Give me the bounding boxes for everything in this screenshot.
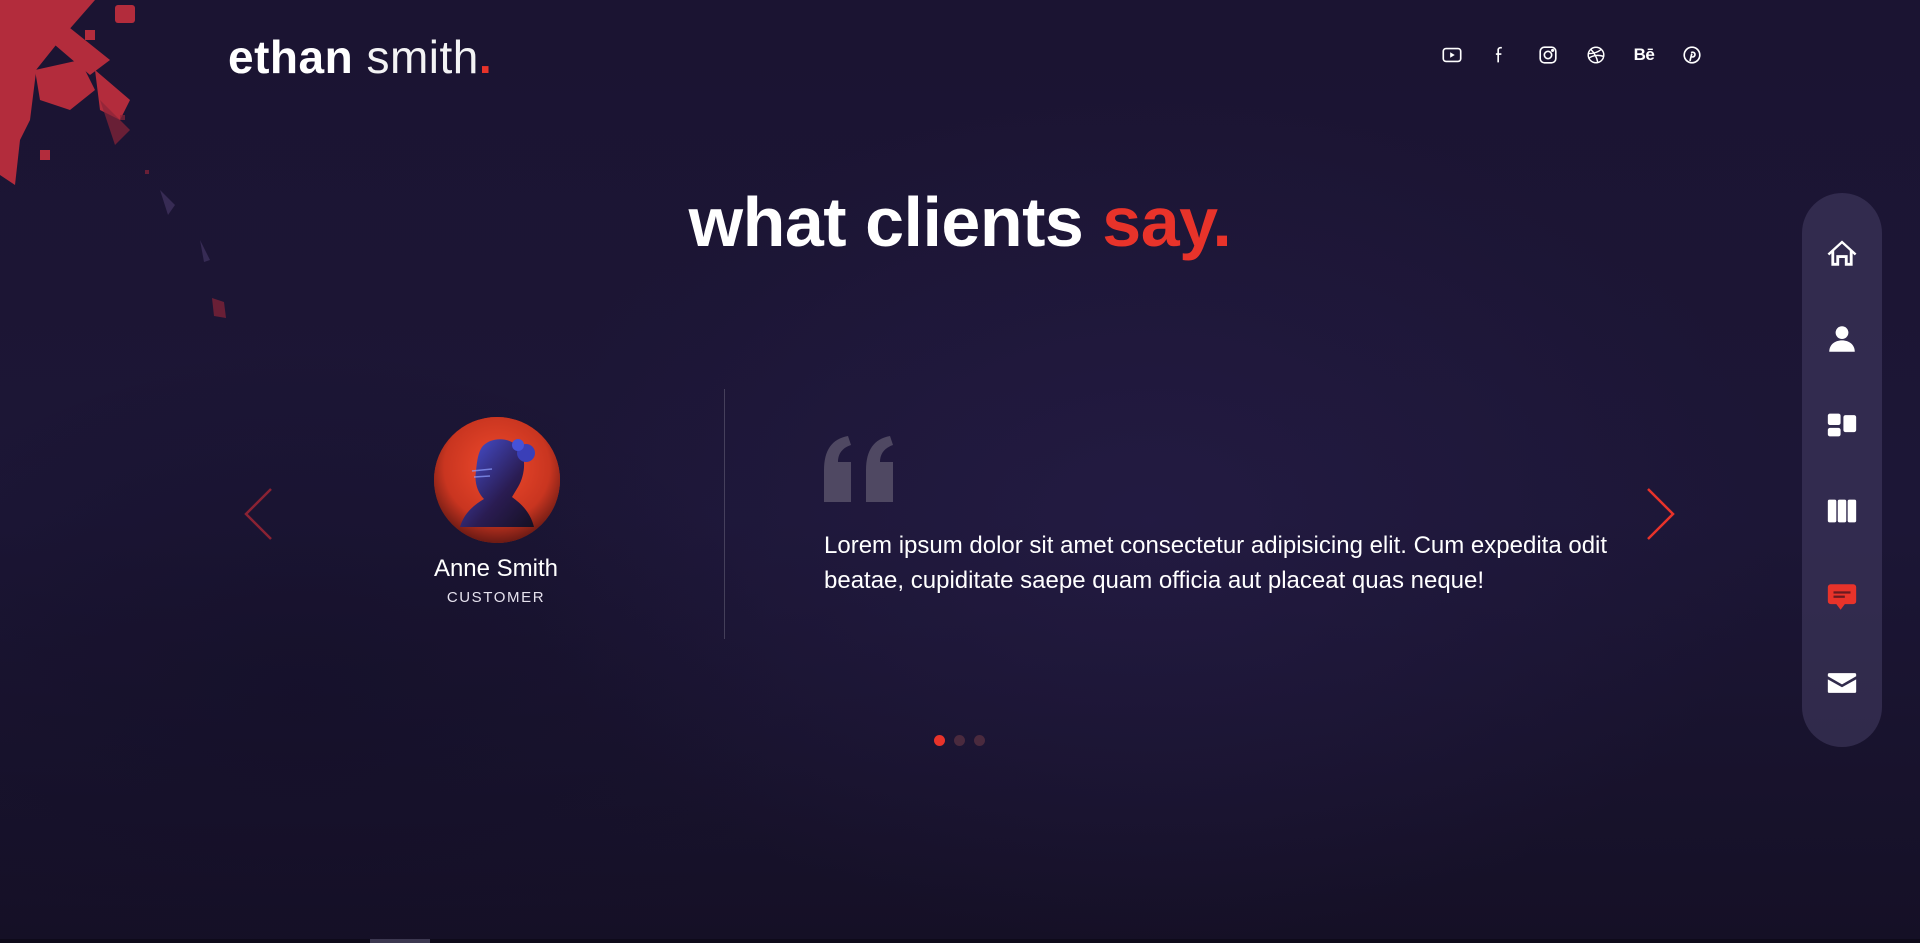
- nav-about[interactable]: [1820, 317, 1864, 360]
- testimonial-divider: [724, 389, 725, 639]
- services-icon: [1827, 413, 1857, 436]
- nav-home[interactable]: [1820, 231, 1864, 274]
- pagination-dot-1[interactable]: [934, 735, 945, 746]
- client-avatar: [434, 417, 560, 543]
- pagination-dot-3[interactable]: [974, 735, 985, 746]
- dribbble-icon[interactable]: [1572, 42, 1620, 68]
- page: ethan smith. Bē what clients say. Anne S…: [0, 0, 1920, 943]
- brand-first-name: ethan: [228, 31, 354, 83]
- user-icon: [1829, 325, 1855, 352]
- nav-testimonials[interactable]: [1820, 575, 1864, 618]
- social-links: Bē: [1428, 42, 1716, 68]
- page-title: what clients say.: [0, 182, 1920, 262]
- work-icon: [1827, 499, 1857, 522]
- client-role: CUSTOMER: [446, 589, 546, 606]
- previous-arrow-icon[interactable]: [241, 485, 275, 543]
- nav-services[interactable]: [1820, 403, 1864, 446]
- behance-icon[interactable]: Bē: [1620, 42, 1668, 68]
- red-splatter-decoration: [0, 0, 226, 318]
- pinterest-icon[interactable]: [1668, 42, 1716, 68]
- scrollbar-thumb[interactable]: [370, 939, 430, 943]
- next-arrow-icon[interactable]: [1644, 485, 1678, 543]
- brand-dot: .: [478, 31, 493, 83]
- testimonial-quote: Lorem ipsum dolor sit amet consectetur a…: [824, 532, 1608, 594]
- facebook-icon[interactable]: [1476, 42, 1524, 68]
- behance-label: Bē: [1633, 45, 1655, 64]
- brand-last-name: smith: [353, 31, 479, 83]
- youtube-icon[interactable]: [1428, 42, 1476, 68]
- client-name: Anne Smith: [433, 555, 559, 582]
- home-icon: [1827, 240, 1857, 266]
- nav-contact[interactable]: [1820, 661, 1864, 704]
- instagram-icon[interactable]: [1524, 42, 1572, 68]
- slider-pagination: [934, 735, 985, 746]
- title-main: what clients: [688, 183, 1103, 261]
- mail-icon: [1827, 672, 1857, 693]
- title-accent: say.: [1102, 183, 1232, 261]
- pagination-dot-2[interactable]: [954, 735, 965, 746]
- side-navigation: [1802, 193, 1882, 747]
- horizontal-scrollbar[interactable]: [0, 939, 1920, 943]
- brand-logo[interactable]: ethan smith.: [228, 30, 492, 84]
- quote-icon: [824, 436, 893, 502]
- testimonials-icon: [1827, 583, 1857, 610]
- nav-work[interactable]: [1820, 489, 1864, 532]
